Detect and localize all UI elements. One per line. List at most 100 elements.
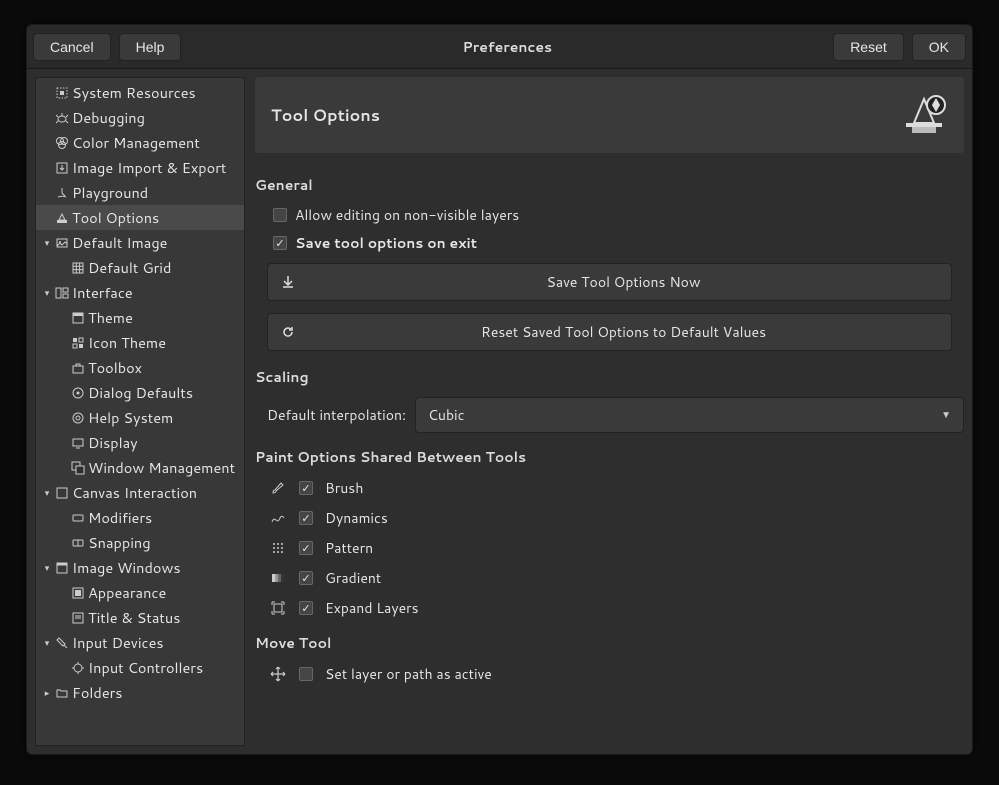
dynamics-checkbox[interactable] <box>299 511 313 525</box>
interface-icon <box>54 285 70 301</box>
interpolation-select[interactable]: Cubic ▼ <box>415 397 964 433</box>
tree-item-icon-theme[interactable]: Icon Theme <box>36 330 244 355</box>
brush-icon <box>269 479 287 497</box>
gradient-checkbox[interactable] <box>299 571 313 585</box>
paint-option-gradient[interactable]: Gradient <box>255 563 964 593</box>
appear-icon <box>70 585 86 601</box>
theme-icon <box>70 310 86 326</box>
imgwin-icon <box>54 560 70 576</box>
interpolation-label: Default interpolation: <box>267 405 407 425</box>
save-on-exit-row[interactable]: Save tool options on exit <box>255 229 964 257</box>
tree-item-snapping[interactable]: Snapping <box>36 530 244 555</box>
save-tool-options-now-button[interactable]: Save Tool Options Now <box>267 263 952 301</box>
tree-item-default-image[interactable]: ▾ Default Image <box>36 230 244 255</box>
paint-option-dynamics[interactable]: Dynamics <box>255 503 964 533</box>
tree-item-appearance[interactable]: Appearance <box>36 580 244 605</box>
expander-icon[interactable]: ▾ <box>40 486 54 499</box>
icontheme-icon <box>70 335 86 351</box>
input-icon <box>54 635 70 651</box>
tree-item-label: System Resources <box>72 82 196 103</box>
tree-item-label: Input Controllers <box>88 657 203 678</box>
pattern-checkbox[interactable] <box>299 541 313 555</box>
tree-item-image-windows[interactable]: ▾ Image Windows <box>36 555 244 580</box>
paint-option-brush[interactable]: Brush <box>255 473 964 503</box>
tree-item-modifiers[interactable]: Modifiers <box>36 505 244 530</box>
expander-icon[interactable]: ▾ <box>40 286 54 299</box>
tree-item-color-management[interactable]: Color Management <box>36 130 244 155</box>
title-icon <box>70 610 86 626</box>
helpsys-icon <box>70 410 86 426</box>
move-set-active-row[interactable]: Set layer or path as active <box>255 659 964 689</box>
tree-item-window-management[interactable]: Window Management <box>36 455 244 480</box>
tree-item-help-system[interactable]: Help System <box>36 405 244 430</box>
cancel-button[interactable]: Cancel <box>33 33 111 61</box>
tree-item-theme[interactable]: Theme <box>36 305 244 330</box>
tree-item-display[interactable]: Display <box>36 430 244 455</box>
tree-item-input-controllers[interactable]: Input Controllers <box>36 655 244 680</box>
tree-item-debugging[interactable]: Debugging <box>36 105 244 130</box>
mod-icon <box>70 510 86 526</box>
image-icon <box>54 235 70 251</box>
tree-item-default-grid[interactable]: Default Grid <box>36 255 244 280</box>
tree-item-label: Help System <box>88 407 173 428</box>
tree-item-tool-options[interactable]: Tool Options <box>36 205 244 230</box>
paint-option-label: Dynamics <box>325 508 388 528</box>
brush-checkbox[interactable] <box>299 481 313 495</box>
main-panel: Tool Options General Allow editing on no… <box>255 77 964 746</box>
tree-item-label: Modifiers <box>88 507 152 528</box>
expander-icon[interactable]: ▸ <box>40 686 54 699</box>
tree-item-dialog-defaults[interactable]: Dialog Defaults <box>36 380 244 405</box>
ok-button[interactable]: OK <box>912 33 966 61</box>
paint-option-label: Pattern <box>325 538 373 558</box>
tree-item-image-import-export[interactable]: Image Import & Export <box>36 155 244 180</box>
paint-option-expand-layers[interactable]: Expand Layers <box>255 593 964 623</box>
tool-icon <box>54 210 70 226</box>
allow-edit-checkbox[interactable] <box>273 208 287 222</box>
canvas-icon <box>54 485 70 501</box>
tree-item-label: Debugging <box>72 107 145 128</box>
save-on-exit-checkbox[interactable] <box>273 236 287 250</box>
color-icon <box>54 135 70 151</box>
tree-item-canvas-interaction[interactable]: ▾ Canvas Interaction <box>36 480 244 505</box>
tree-item-interface[interactable]: ▾Interface <box>36 280 244 305</box>
resources-icon <box>54 85 70 101</box>
tree-item-label: Default Image <box>72 232 167 253</box>
tree-item-label: Canvas Interaction <box>72 482 197 503</box>
tree-item-system-resources[interactable]: System Resources <box>36 80 244 105</box>
expander-icon[interactable]: ▾ <box>40 636 54 649</box>
folder-icon <box>54 685 70 701</box>
help-button[interactable]: Help <box>119 33 182 61</box>
tree-item-label: Dialog Defaults <box>88 382 193 403</box>
category-tree[interactable]: System Resources Debugging Color Managemen… <box>35 77 245 746</box>
set-active-checkbox[interactable] <box>299 667 313 681</box>
expander-icon[interactable]: ▾ <box>40 561 54 574</box>
tree-item-label: Snapping <box>88 532 151 553</box>
set-active-label: Set layer or path as active <box>325 664 492 684</box>
window-icon <box>70 460 86 476</box>
reset-tool-options-button[interactable]: Reset Saved Tool Options to Default Valu… <box>267 313 952 351</box>
tree-item-toolbox[interactable]: Toolbox <box>36 355 244 380</box>
tree-item-label: Theme <box>88 307 133 328</box>
tree-item-label: Display <box>88 432 138 453</box>
paint-option-pattern[interactable]: Pattern <box>255 533 964 563</box>
tree-item-folders[interactable]: ▸Folders <box>36 680 244 705</box>
tree-item-title-status[interactable]: Title & Status <box>36 605 244 630</box>
interpolation-row: Default interpolation: Cubic ▼ <box>255 393 964 437</box>
reset-button[interactable]: Reset <box>833 33 904 61</box>
tree-item-label: Image Windows <box>72 557 181 578</box>
tree-item-playground[interactable]: Playground <box>36 180 244 205</box>
tree-item-label: Color Management <box>72 132 200 153</box>
debug-icon <box>54 110 70 126</box>
tree-item-input-devices[interactable]: ▾Input Devices <box>36 630 244 655</box>
tree-item-label: Title & Status <box>88 607 180 628</box>
allow-edit-row[interactable]: Allow editing on non-visible layers <box>255 201 964 229</box>
gradient-icon <box>269 569 287 587</box>
expand-layers-checkbox[interactable] <box>299 601 313 615</box>
save-on-exit-label: Save tool options on exit <box>295 233 477 253</box>
tree-item-label: Icon Theme <box>88 332 166 353</box>
reset-icon <box>280 325 296 339</box>
expander-icon[interactable]: ▾ <box>40 236 54 249</box>
expand-icon <box>269 599 287 617</box>
section-paint-options: Paint Options Shared Between Tools <box>255 447 964 467</box>
allow-edit-label: Allow editing on non-visible layers <box>295 205 519 225</box>
